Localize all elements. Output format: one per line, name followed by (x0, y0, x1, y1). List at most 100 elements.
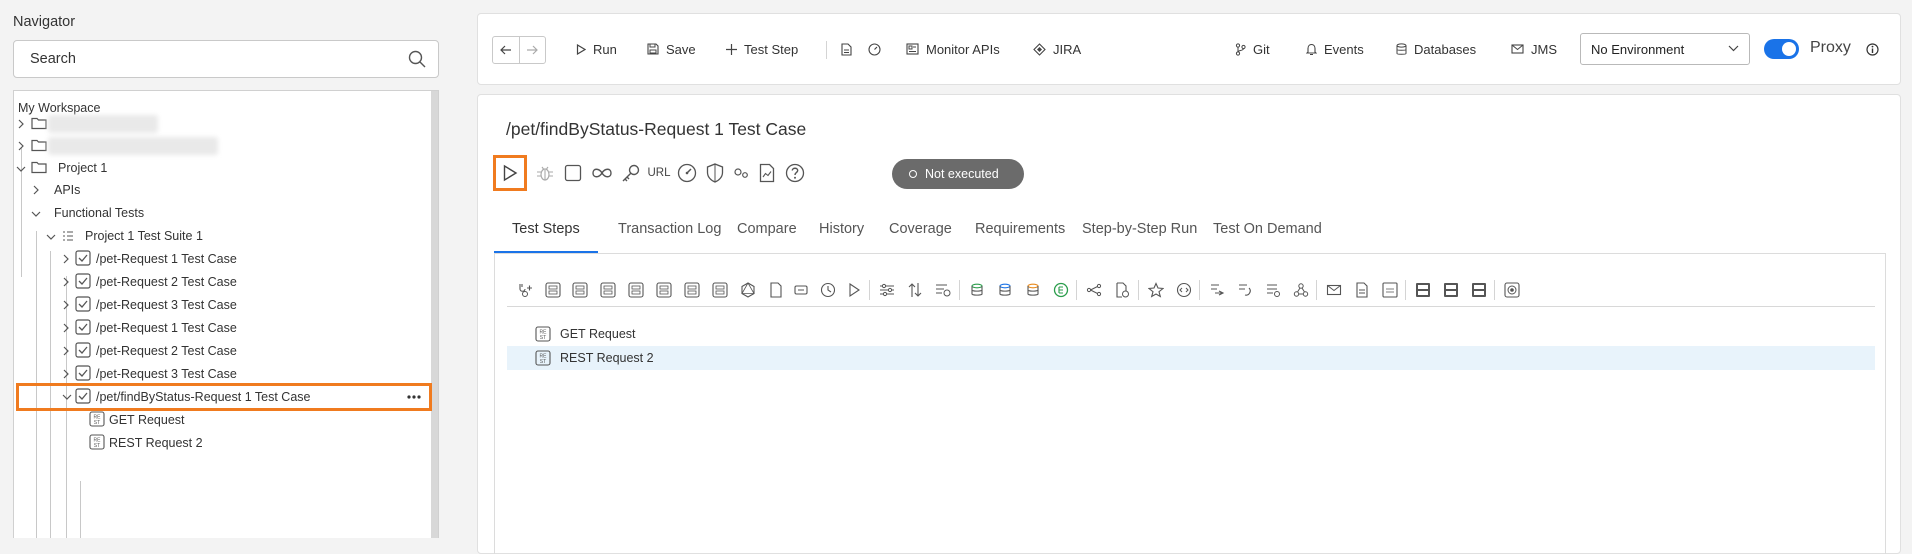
transfer-arrows-icon[interactable] (905, 280, 925, 300)
chevron-right-icon[interactable] (62, 369, 70, 379)
auth-button[interactable] (616, 155, 646, 191)
jms-step-icon[interactable] (1235, 280, 1255, 300)
soap-request-icon[interactable] (543, 280, 563, 300)
tab-coverage[interactable]: Coverage (889, 221, 952, 252)
add-step-icon[interactable] (515, 280, 535, 300)
kafka-icon[interactable] (1207, 280, 1227, 300)
chevron-right-icon[interactable] (62, 300, 70, 310)
run-button[interactable]: Run (576, 36, 617, 62)
star-icon[interactable] (1146, 280, 1166, 300)
graphql-icon[interactable] (738, 280, 758, 300)
script-icon[interactable] (1174, 280, 1194, 300)
tree-test-case[interactable]: /pet-Request 2 Test Case (14, 271, 432, 293)
tree-apis[interactable]: APIs (14, 179, 432, 201)
tab-transaction-log[interactable]: Transaction Log (618, 221, 721, 252)
databases-button[interactable]: Databases (1396, 36, 1476, 62)
tree-test-suite[interactable]: Project 1 Test Suite 1 (14, 225, 432, 247)
info-icon[interactable] (1866, 43, 1879, 56)
checkbox-checked-icon[interactable] (75, 250, 91, 266)
tree-functional-tests[interactable]: Functional Tests (14, 202, 432, 224)
conditional-goto-icon[interactable] (933, 280, 953, 300)
tab-history[interactable]: History (819, 221, 864, 252)
events-button[interactable]: Events (1306, 36, 1364, 62)
checkbox-checked-icon[interactable] (75, 388, 91, 404)
property-transfer-icon[interactable] (792, 280, 812, 300)
data-sink-icon[interactable] (1023, 280, 1043, 300)
websocket-icon[interactable] (1502, 280, 1522, 300)
chevron-down-icon[interactable] (16, 165, 26, 173)
file-step-icon[interactable] (1352, 280, 1372, 300)
proxy-toggle[interactable] (1764, 39, 1799, 59)
jms-button[interactable]: JMS (1511, 36, 1557, 62)
run-test-case-step-icon[interactable] (844, 280, 864, 300)
report-button[interactable] (841, 36, 852, 62)
search-icon[interactable] (408, 50, 426, 68)
endpoint-url-button[interactable]: URL (644, 155, 674, 191)
tab-step-by-step-run[interactable]: Step-by-Step Run (1082, 221, 1197, 252)
tree-test-step[interactable]: RE ST REST Request 2 (14, 432, 432, 454)
tree-test-case[interactable]: /pet-Request 1 Test Case (14, 248, 432, 270)
jira-button[interactable]: JIRA (1033, 36, 1081, 62)
jms-request-icon[interactable] (654, 280, 674, 300)
report-button[interactable] (752, 155, 782, 191)
stop-button[interactable] (558, 155, 588, 191)
webhook-icon[interactable] (1291, 280, 1311, 300)
navigator-search-box[interactable] (13, 40, 439, 78)
mqtt-request-icon[interactable] (710, 280, 730, 300)
checkbox-checked-icon[interactable] (75, 296, 91, 312)
help-button[interactable] (780, 155, 810, 191)
tree-test-case[interactable]: /pet-Request 3 Test Case (14, 363, 432, 385)
mock-response-icon[interactable] (1084, 280, 1104, 300)
tab-compare[interactable]: Compare (737, 221, 797, 252)
chevron-right-icon[interactable] (62, 254, 70, 264)
jdbc-request-icon[interactable] (626, 280, 646, 300)
http-request-icon[interactable] (598, 280, 618, 300)
chevron-down-icon[interactable] (62, 393, 72, 401)
run-test-case-button[interactable] (493, 155, 527, 191)
tree-test-case[interactable]: /pet-Request 1 Test Case (14, 317, 432, 339)
amf-request-icon[interactable] (682, 280, 702, 300)
tab-test-on-demand[interactable]: Test On Demand (1213, 221, 1322, 252)
debug-button[interactable] (530, 155, 560, 191)
load-test-button[interactable] (587, 155, 617, 191)
back-arrow-icon[interactable] (493, 37, 520, 63)
properties-icon[interactable] (877, 280, 897, 300)
chevron-right-icon[interactable] (62, 346, 70, 356)
workspace-tree[interactable]: My Workspace Project 1 APIs Functional T… (13, 90, 439, 538)
assertion-icon[interactable] (1112, 280, 1132, 300)
send-mail-icon[interactable] (1324, 280, 1344, 300)
chevron-down-icon[interactable] (31, 210, 41, 218)
environment-select[interactable]: No Environment (1580, 33, 1750, 65)
checkbox-checked-icon[interactable] (75, 319, 91, 335)
tree-test-case[interactable]: /pet-Request 2 Test Case (14, 340, 432, 362)
tree-test-step[interactable]: RE ST GET Request (14, 409, 432, 431)
tree-folder-blurred[interactable] (14, 113, 432, 135)
tab-requirements[interactable]: Requirements (975, 221, 1065, 252)
queue-icon[interactable] (1263, 280, 1283, 300)
dashboard-button[interactable] (868, 36, 881, 62)
performance-button[interactable] (672, 155, 702, 191)
tree-scrollbar[interactable] (431, 91, 438, 538)
add-test-step-button[interactable]: Test Step (726, 36, 798, 62)
data-source-loop-icon[interactable] (995, 280, 1015, 300)
chevron-right-icon[interactable] (17, 119, 25, 129)
test-step-row-selected[interactable]: RE ST REST Request 2 (507, 346, 1875, 370)
tree-project[interactable]: Project 1 (14, 157, 432, 179)
file-icon[interactable] (766, 280, 786, 300)
chevron-down-icon[interactable] (46, 233, 56, 241)
data-gen-icon[interactable] (1051, 280, 1071, 300)
chevron-right-icon[interactable] (62, 323, 70, 333)
save-button[interactable]: Save (647, 36, 696, 62)
tree-test-case[interactable]: /pet-Request 3 Test Case (14, 294, 432, 316)
test-step-row[interactable]: RE ST GET Request (507, 322, 1875, 346)
checkbox-checked-icon[interactable] (75, 342, 91, 358)
tree-folder-blurred[interactable] (14, 135, 432, 157)
tree-test-case-selected[interactable]: /pet/findByStatus-Request 1 Test Case (16, 383, 432, 411)
checkbox-checked-icon[interactable] (75, 273, 91, 289)
tab-test-steps[interactable]: Test Steps (494, 221, 598, 253)
chevron-right-icon[interactable] (62, 277, 70, 287)
data-source-icon[interactable] (967, 280, 987, 300)
chevron-right-icon[interactable] (17, 141, 25, 151)
rest-request-icon[interactable] (570, 280, 590, 300)
chevron-right-icon[interactable] (32, 185, 40, 195)
